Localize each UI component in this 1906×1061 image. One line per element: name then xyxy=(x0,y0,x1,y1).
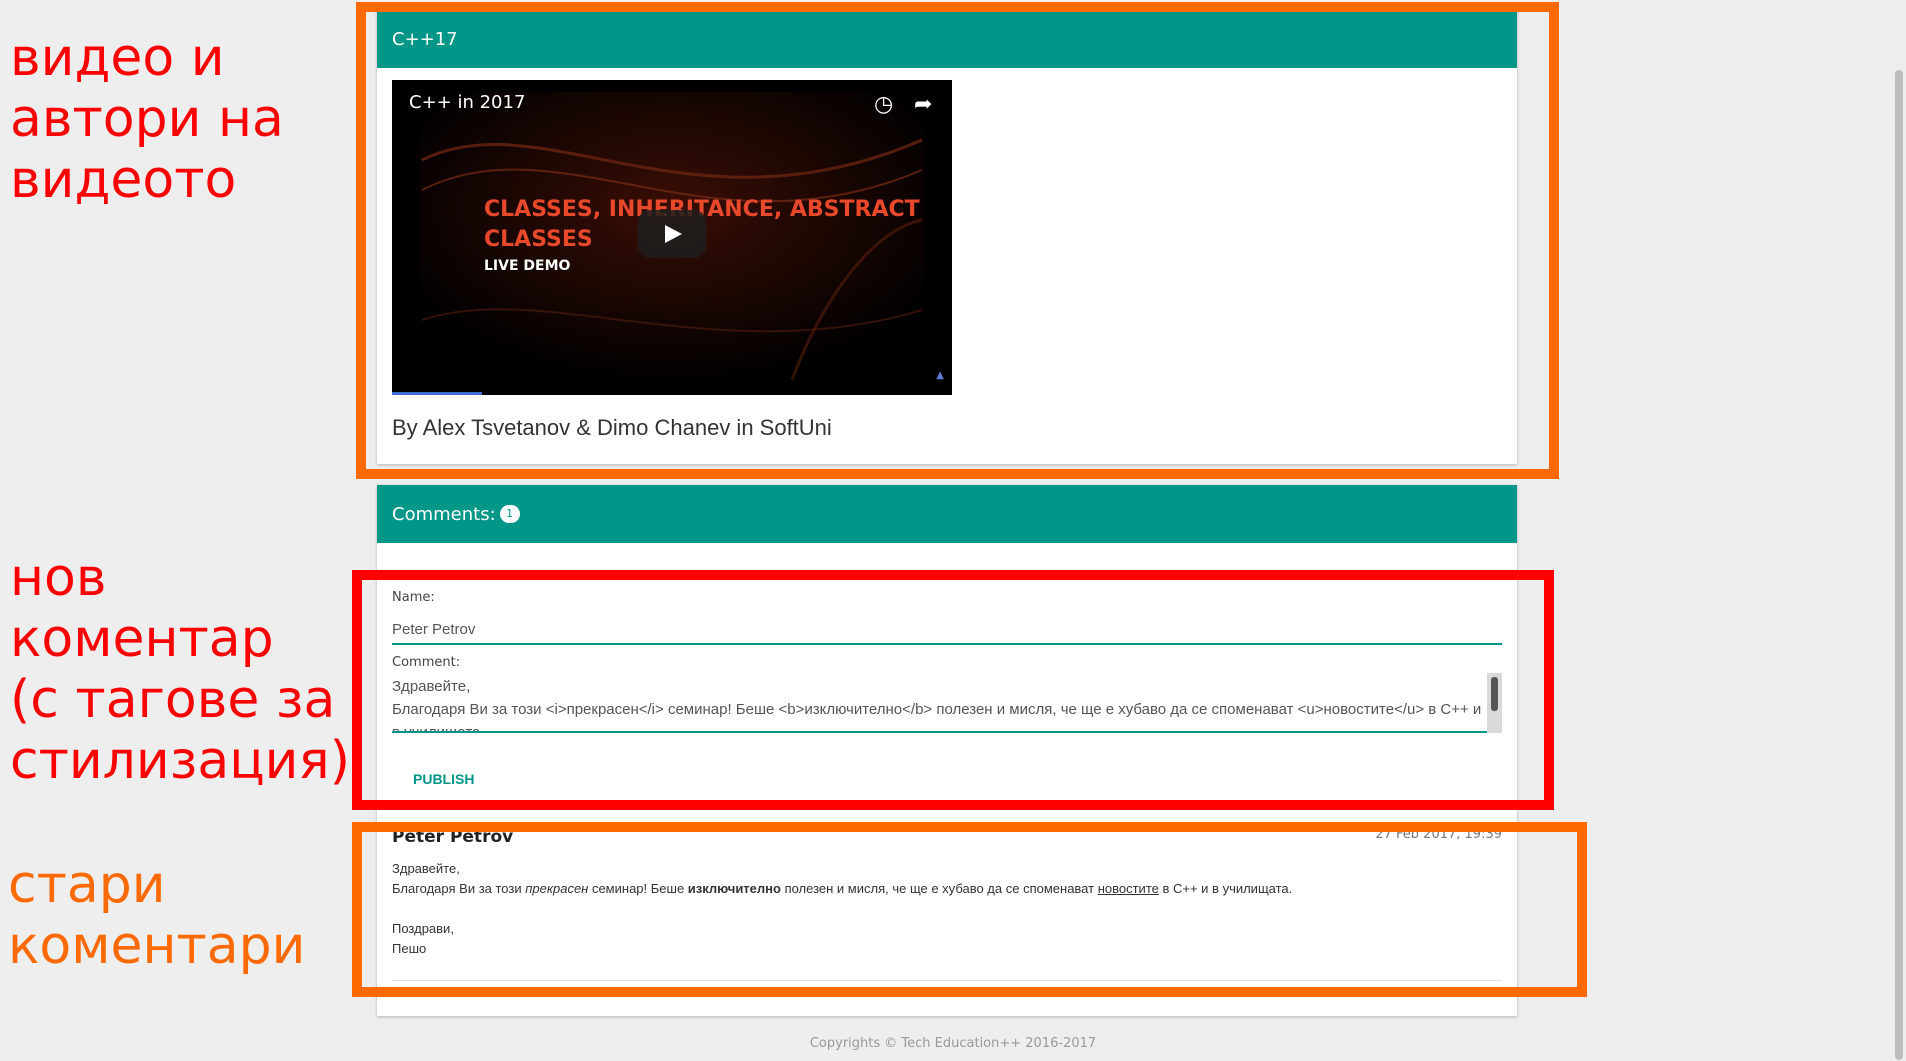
annotation-label-old-comments: стари коментари xyxy=(8,855,306,976)
footer-copyright: Copyrights © Tech Education++ 2016-2017 xyxy=(809,1036,1097,1051)
annotation-box-video xyxy=(356,2,1559,479)
annotation-label-video: видео и автори на видеото xyxy=(10,28,284,210)
comments-title: Comments: xyxy=(392,503,496,525)
annotation-box-new-comment xyxy=(352,570,1554,810)
annotation-box-old-comments xyxy=(352,822,1587,997)
comments-count-badge: 1 xyxy=(499,505,520,523)
page-scrollbar[interactable] xyxy=(1892,0,1906,1061)
annotation-label-new-comment: нов коментар (с тагове за стилизация) xyxy=(10,548,350,791)
page-scrollbar-thumb[interactable] xyxy=(1895,70,1903,1060)
comments-header: Comments: 1 xyxy=(377,485,1517,543)
